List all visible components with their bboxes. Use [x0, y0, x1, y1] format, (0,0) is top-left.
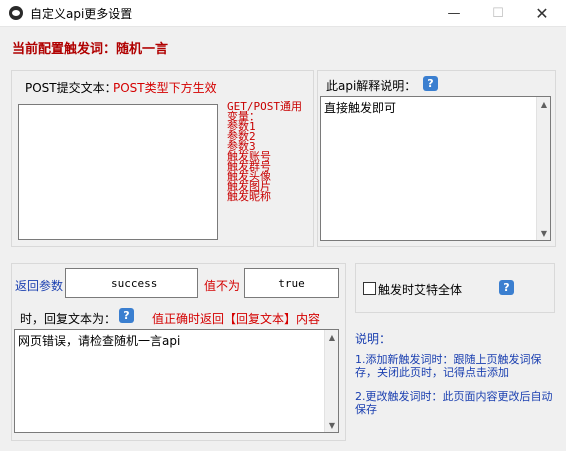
not-equal-input[interactable]: true: [244, 268, 339, 298]
help-item-2: 2.更改触发词时：此页面内容更改后自动保存: [355, 390, 553, 416]
trigger-at-all-label: 触发时艾特全体: [378, 283, 463, 297]
scroll-down-icon[interactable]: ▼: [537, 226, 550, 240]
help-title: 说明：: [355, 332, 392, 346]
post-note: POST类型下方生效: [113, 81, 217, 95]
variables-list: GET/POST通用 变量： 参数1 参数2 参数3 触发账号 触发群号 触发头…: [227, 101, 302, 203]
window-title: 自定义api更多设置: [30, 7, 133, 21]
post-label: POST提交文本：: [25, 81, 117, 95]
minimize-button[interactable]: —: [432, 0, 476, 27]
trigger-at-all-checkbox[interactable]: [363, 282, 376, 295]
explain-text-input[interactable]: 直接触发即可 ▲ ▼: [320, 96, 551, 241]
title-bar: 自定义api更多设置 — ☐ ✕: [0, 0, 566, 27]
not-equal-label: 值不为: [204, 279, 241, 293]
post-text-input[interactable]: [18, 104, 218, 240]
reply-text-label: 时，回复文本为：: [20, 312, 117, 326]
reply-text-input[interactable]: 网页错误，请检查随机一言api ▲ ▼: [14, 329, 339, 433]
close-button[interactable]: ✕: [520, 0, 564, 27]
scroll-down-icon[interactable]: ▼: [325, 418, 338, 432]
reply-hint: 值正确时返回【回复文本】内容: [152, 312, 321, 326]
return-param-input[interactable]: success: [65, 268, 198, 298]
return-param-label: 返回参数: [15, 279, 64, 293]
explain-text: 直接触发即可: [324, 101, 397, 115]
variable-item: 触发昵称: [227, 190, 271, 203]
help-item-1: 1.添加新触发词时：跟随上页触发词保存，关闭此页时，记得点击添加: [355, 353, 542, 379]
help-icon[interactable]: ?: [119, 308, 134, 323]
app-icon: [9, 6, 23, 20]
help-icon[interactable]: ?: [423, 76, 438, 91]
scroll-up-icon[interactable]: ▲: [537, 97, 550, 111]
explain-label: 此api解释说明：: [326, 79, 417, 93]
scroll-up-icon[interactable]: ▲: [325, 330, 338, 344]
reply-text: 网页错误，请检查随机一言api: [18, 334, 181, 348]
maximize-button[interactable]: ☐: [476, 0, 520, 27]
help-icon[interactable]: ?: [499, 280, 514, 295]
current-trigger-label: 当前配置触发词：随机一言: [12, 42, 169, 57]
explain-scrollbar[interactable]: ▲ ▼: [536, 97, 550, 240]
reply-scrollbar[interactable]: ▲ ▼: [324, 330, 338, 432]
